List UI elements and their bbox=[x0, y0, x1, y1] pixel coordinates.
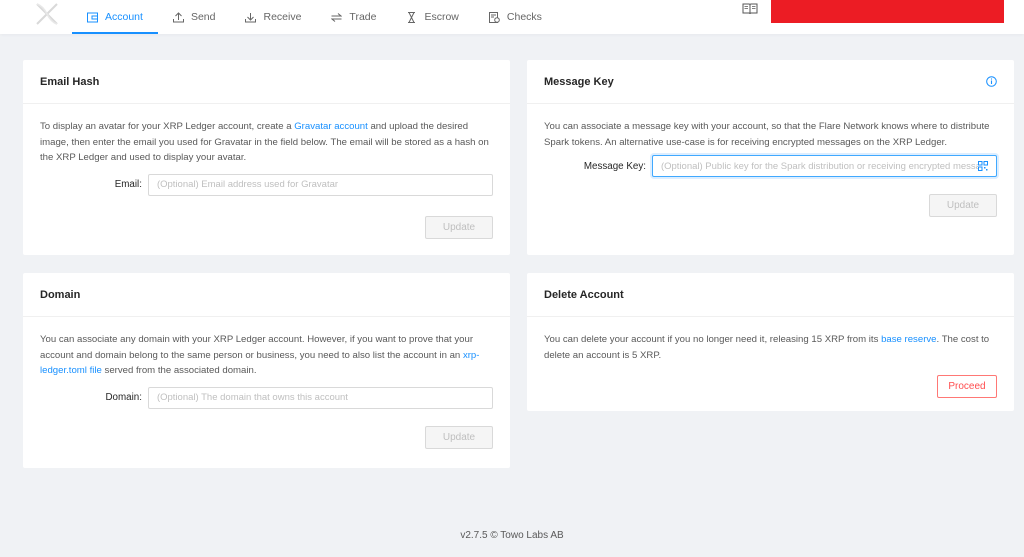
domain-label: Domain: bbox=[105, 392, 142, 403]
nav-label: Send bbox=[190, 11, 216, 23]
nav-label: Trade bbox=[349, 11, 377, 23]
wallet-icon bbox=[87, 12, 98, 22]
nav-label: Escrow bbox=[424, 11, 459, 23]
card-description: You can associate any domain with your X… bbox=[40, 332, 493, 379]
message-key-form-row: Message Key: (Optional) Public key for t… bbox=[544, 155, 997, 177]
card-header: Message Key bbox=[527, 60, 1014, 104]
placeholder: (Optional) The domain that owns this acc… bbox=[156, 392, 348, 403]
nav-label: Account bbox=[105, 11, 143, 23]
email-label: Email: bbox=[114, 179, 142, 190]
domain-update-button[interactable]: Update bbox=[425, 425, 493, 449]
nav-tab-account[interactable]: Account bbox=[72, 0, 158, 34]
card-title: Domain bbox=[40, 288, 81, 301]
email-form-row: Email: (Optional) Email address used for… bbox=[40, 173, 493, 196]
text: To display an avatar for your XRP Ledger… bbox=[40, 121, 295, 132]
email-input[interactable]: (Optional) Email address used for Gravat… bbox=[147, 173, 493, 196]
card-header: Domain bbox=[23, 273, 510, 317]
nav-label: Checks bbox=[506, 11, 542, 23]
nav-tab-send[interactable]: Send bbox=[158, 0, 231, 34]
main-nav: Account Send Receive Trade Escrow Checks bbox=[72, 0, 557, 34]
card-description: You can delete your account if you no lo… bbox=[544, 332, 997, 363]
nav-tab-receive[interactable]: Receive bbox=[230, 0, 316, 34]
text: served from the associated domain. bbox=[101, 365, 257, 376]
card-title: Message Key bbox=[544, 75, 614, 88]
nav-tab-checks[interactable]: Checks bbox=[474, 0, 557, 34]
text: You can associate any domain with your X… bbox=[40, 334, 474, 361]
check-document-icon bbox=[488, 11, 500, 23]
message-key-update-button[interactable]: Update bbox=[929, 194, 997, 217]
book-icon[interactable] bbox=[742, 3, 758, 15]
info-icon[interactable] bbox=[986, 76, 997, 87]
card-description: To display an avatar for your XRP Ledger… bbox=[40, 119, 493, 166]
text: You can delete your account if you no lo… bbox=[544, 334, 882, 345]
swap-icon bbox=[331, 12, 343, 22]
card-header: Delete Account bbox=[527, 273, 1014, 317]
nav-tab-escrow[interactable]: Escrow bbox=[391, 0, 473, 34]
base-reserve-link[interactable]: base reserve bbox=[881, 334, 936, 345]
card-title: Delete Account bbox=[544, 288, 624, 301]
nav-label: Receive bbox=[263, 11, 302, 23]
xumm-logo-icon[interactable] bbox=[34, 2, 60, 26]
domain-input[interactable]: (Optional) The domain that owns this acc… bbox=[147, 386, 493, 409]
nav-tab-trade[interactable]: Trade bbox=[316, 0, 391, 34]
gravatar-account-link[interactable]: Gravatar account bbox=[294, 121, 368, 132]
footer-version: v2.7.5 © Towo Labs AB bbox=[460, 530, 564, 541]
email-update-button[interactable]: Update bbox=[425, 215, 493, 239]
top-navigation-bar: Account Send Receive Trade Escrow Checks bbox=[0, 0, 1024, 34]
email-hash-card: Email Hash To display an avatar for your… bbox=[23, 60, 510, 255]
message-key-card: Message Key You can associate a message … bbox=[527, 60, 1014, 255]
card-header: Email Hash bbox=[23, 60, 510, 104]
placeholder: (Optional) Email address used for Gravat… bbox=[156, 179, 339, 190]
delete-account-card: Delete Account You can delete your accou… bbox=[527, 273, 1014, 411]
card-description: You can associate a message key with you… bbox=[544, 121, 990, 148]
placeholder: (Optional) Public key for the Spark dist… bbox=[660, 160, 978, 172]
message-key-label: Message Key: bbox=[583, 160, 646, 172]
download-icon bbox=[245, 12, 257, 22]
account-banner bbox=[771, 0, 1004, 23]
upload-icon bbox=[172, 11, 184, 22]
hourglass-icon bbox=[408, 11, 416, 23]
card-title: Email Hash bbox=[40, 75, 100, 88]
domain-card: Domain You can associate any domain with… bbox=[23, 273, 510, 468]
qr-code-icon[interactable] bbox=[978, 161, 988, 171]
message-key-input[interactable]: (Optional) Public key for the Spark dist… bbox=[651, 155, 997, 177]
proceed-delete-button[interactable]: Proceed bbox=[937, 375, 997, 398]
domain-form-row: Domain: (Optional) The domain that owns … bbox=[40, 386, 493, 409]
